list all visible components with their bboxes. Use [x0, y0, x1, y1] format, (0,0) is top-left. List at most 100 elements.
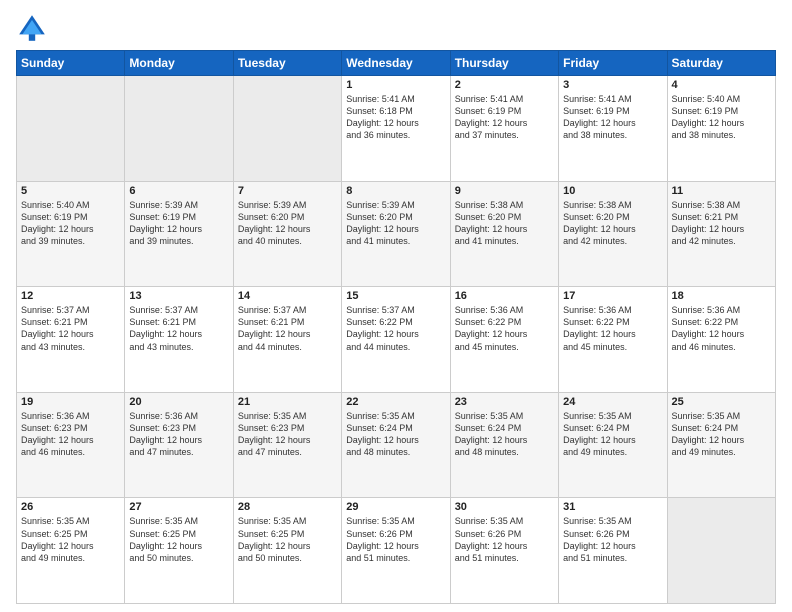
day-cell: 10 Sunrise: 5:38 AMSunset: 6:20 PMDayligh… [559, 181, 667, 287]
day-info: Sunrise: 5:39 AMSunset: 6:20 PMDaylight:… [238, 199, 337, 248]
day-number: 7 [238, 185, 337, 197]
day-info: Sunrise: 5:37 AMSunset: 6:22 PMDaylight:… [346, 304, 445, 353]
week-row-2: 5Sunrise: 5:40 AMSunset: 6:19 PMDaylight… [17, 181, 776, 287]
day-cell: 5Sunrise: 5:40 AMSunset: 6:19 PMDaylight… [17, 181, 125, 287]
weekday-tuesday: Tuesday [233, 51, 341, 76]
day-info: Sunrise: 5:35 AMSunset: 6:26 PMDaylight:… [563, 515, 662, 564]
day-cell: 11Sunrise: 5:38 AMSunset: 6:21 PMDayligh… [667, 181, 775, 287]
day-cell: 27 Sunrise: 5:35 AMSunset: 6:25 PMDayligh… [125, 498, 233, 604]
day-info: Sunrise: 5:39 AMSunset: 6:19 PMDaylight:… [129, 199, 228, 248]
day-cell: 26 Sunrise: 5:35 AMSunset: 6:25 PMDayligh… [17, 498, 125, 604]
day-info: Sunrise: 5:35 AMSunset: 6:24 PMDaylight:… [346, 410, 445, 459]
day-info: Sunrise: 5:36 AMSunset: 6:23 PMDaylight:… [21, 410, 120, 459]
day-info: Sunrise: 5:38 AMSunset: 6:20 PMDaylight:… [563, 199, 662, 248]
day-number: 2 [455, 79, 554, 91]
day-number: 27 [129, 501, 228, 513]
day-cell [17, 76, 125, 182]
weekday-friday: Friday [559, 51, 667, 76]
day-info: Sunrise: 5:35 AMSunset: 6:23 PMDaylight:… [238, 410, 337, 459]
day-info: Sunrise: 5:41 AMSunset: 6:18 PMDaylight:… [346, 93, 445, 142]
day-number: 8 [346, 185, 445, 197]
day-cell: 13 Sunrise: 5:37 AMSunset: 6:21 PMDayligh… [125, 287, 233, 393]
page: SundayMondayTuesdayWednesdayThursdayFrid… [0, 0, 792, 612]
day-info: Sunrise: 5:40 AMSunset: 6:19 PMDaylight:… [672, 93, 771, 142]
day-info: Sunrise: 5:35 AMSunset: 6:25 PMDaylight:… [21, 515, 120, 564]
day-cell: 6 Sunrise: 5:39 AMSunset: 6:19 PMDaylight… [125, 181, 233, 287]
day-cell: 18 Sunrise: 5:36 AMSunset: 6:22 PMDayligh… [667, 287, 775, 393]
day-number: 15 [346, 290, 445, 302]
day-info: Sunrise: 5:40 AMSunset: 6:19 PMDaylight:… [21, 199, 120, 248]
day-cell: 8Sunrise: 5:39 AMSunset: 6:20 PMDaylight… [342, 181, 450, 287]
day-number: 10 [563, 185, 662, 197]
weekday-header-row: SundayMondayTuesdayWednesdayThursdayFrid… [17, 51, 776, 76]
day-cell: 1 Sunrise: 5:41 AMSunset: 6:18 PMDaylight… [342, 76, 450, 182]
day-number: 1 [346, 79, 445, 91]
day-info: Sunrise: 5:36 AMSunset: 6:22 PMDaylight:… [563, 304, 662, 353]
day-number: 28 [238, 501, 337, 513]
calendar-body: 1 Sunrise: 5:41 AMSunset: 6:18 PMDaylight… [17, 76, 776, 604]
day-number: 30 [455, 501, 554, 513]
day-info: Sunrise: 5:37 AMSunset: 6:21 PMDaylight:… [21, 304, 120, 353]
day-cell: 25 Sunrise: 5:35 AMSunset: 6:24 PMDayligh… [667, 392, 775, 498]
day-number: 14 [238, 290, 337, 302]
day-info: Sunrise: 5:38 AMSunset: 6:21 PMDaylight:… [672, 199, 771, 248]
day-cell: 30 Sunrise: 5:35 AMSunset: 6:26 PMDayligh… [450, 498, 558, 604]
day-cell [125, 76, 233, 182]
day-info: Sunrise: 5:37 AMSunset: 6:21 PMDaylight:… [129, 304, 228, 353]
week-row-1: 1 Sunrise: 5:41 AMSunset: 6:18 PMDaylight… [17, 76, 776, 182]
calendar-table: SundayMondayTuesdayWednesdayThursdayFrid… [16, 50, 776, 604]
weekday-wednesday: Wednesday [342, 51, 450, 76]
day-number: 23 [455, 396, 554, 408]
day-info: Sunrise: 5:35 AMSunset: 6:26 PMDaylight:… [455, 515, 554, 564]
day-cell: 7 Sunrise: 5:39 AMSunset: 6:20 PMDaylight… [233, 181, 341, 287]
weekday-saturday: Saturday [667, 51, 775, 76]
day-cell: 12 Sunrise: 5:37 AMSunset: 6:21 PMDayligh… [17, 287, 125, 393]
day-number: 4 [672, 79, 771, 91]
day-number: 6 [129, 185, 228, 197]
day-cell: 17 Sunrise: 5:36 AMSunset: 6:22 PMDayligh… [559, 287, 667, 393]
week-row-3: 12 Sunrise: 5:37 AMSunset: 6:21 PMDayligh… [17, 287, 776, 393]
day-number: 3 [563, 79, 662, 91]
week-row-5: 26 Sunrise: 5:35 AMSunset: 6:25 PMDayligh… [17, 498, 776, 604]
day-number: 29 [346, 501, 445, 513]
day-number: 13 [129, 290, 228, 302]
logo [16, 12, 52, 44]
day-cell: 23 Sunrise: 5:35 AMSunset: 6:24 PMDayligh… [450, 392, 558, 498]
day-info: Sunrise: 5:35 AMSunset: 6:24 PMDaylight:… [455, 410, 554, 459]
day-info: Sunrise: 5:36 AMSunset: 6:22 PMDaylight:… [672, 304, 771, 353]
day-info: Sunrise: 5:38 AMSunset: 6:20 PMDaylight:… [455, 199, 554, 248]
day-cell: 28 Sunrise: 5:35 AMSunset: 6:25 PMDayligh… [233, 498, 341, 604]
day-number: 16 [455, 290, 554, 302]
day-number: 26 [21, 501, 120, 513]
day-number: 18 [672, 290, 771, 302]
weekday-thursday: Thursday [450, 51, 558, 76]
day-cell: 20Sunrise: 5:36 AMSunset: 6:23 PMDayligh… [125, 392, 233, 498]
day-info: Sunrise: 5:35 AMSunset: 6:25 PMDaylight:… [129, 515, 228, 564]
day-cell: 9 Sunrise: 5:38 AMSunset: 6:20 PMDaylight… [450, 181, 558, 287]
day-info: Sunrise: 5:35 AMSunset: 6:26 PMDaylight:… [346, 515, 445, 564]
day-number: 25 [672, 396, 771, 408]
day-number: 17 [563, 290, 662, 302]
day-info: Sunrise: 5:35 AMSunset: 6:24 PMDaylight:… [563, 410, 662, 459]
day-number: 9 [455, 185, 554, 197]
calendar-header: SundayMondayTuesdayWednesdayThursdayFrid… [17, 51, 776, 76]
day-number: 12 [21, 290, 120, 302]
day-cell: 22Sunrise: 5:35 AMSunset: 6:24 PMDayligh… [342, 392, 450, 498]
day-cell: 2Sunrise: 5:41 AMSunset: 6:19 PMDaylight… [450, 76, 558, 182]
day-number: 21 [238, 396, 337, 408]
weekday-sunday: Sunday [17, 51, 125, 76]
day-info: Sunrise: 5:36 AMSunset: 6:22 PMDaylight:… [455, 304, 554, 353]
day-number: 31 [563, 501, 662, 513]
day-cell: 16 Sunrise: 5:36 AMSunset: 6:22 PMDayligh… [450, 287, 558, 393]
day-info: Sunrise: 5:37 AMSunset: 6:21 PMDaylight:… [238, 304, 337, 353]
day-info: Sunrise: 5:35 AMSunset: 6:24 PMDaylight:… [672, 410, 771, 459]
day-cell: 29 Sunrise: 5:35 AMSunset: 6:26 PMDayligh… [342, 498, 450, 604]
day-info: Sunrise: 5:41 AMSunset: 6:19 PMDaylight:… [563, 93, 662, 142]
week-row-4: 19Sunrise: 5:36 AMSunset: 6:23 PMDayligh… [17, 392, 776, 498]
day-cell: 14 Sunrise: 5:37 AMSunset: 6:21 PMDayligh… [233, 287, 341, 393]
day-cell: 3 Sunrise: 5:41 AMSunset: 6:19 PMDaylight… [559, 76, 667, 182]
day-cell [667, 498, 775, 604]
weekday-monday: Monday [125, 51, 233, 76]
day-info: Sunrise: 5:35 AMSunset: 6:25 PMDaylight:… [238, 515, 337, 564]
day-cell: 24Sunrise: 5:35 AMSunset: 6:24 PMDayligh… [559, 392, 667, 498]
